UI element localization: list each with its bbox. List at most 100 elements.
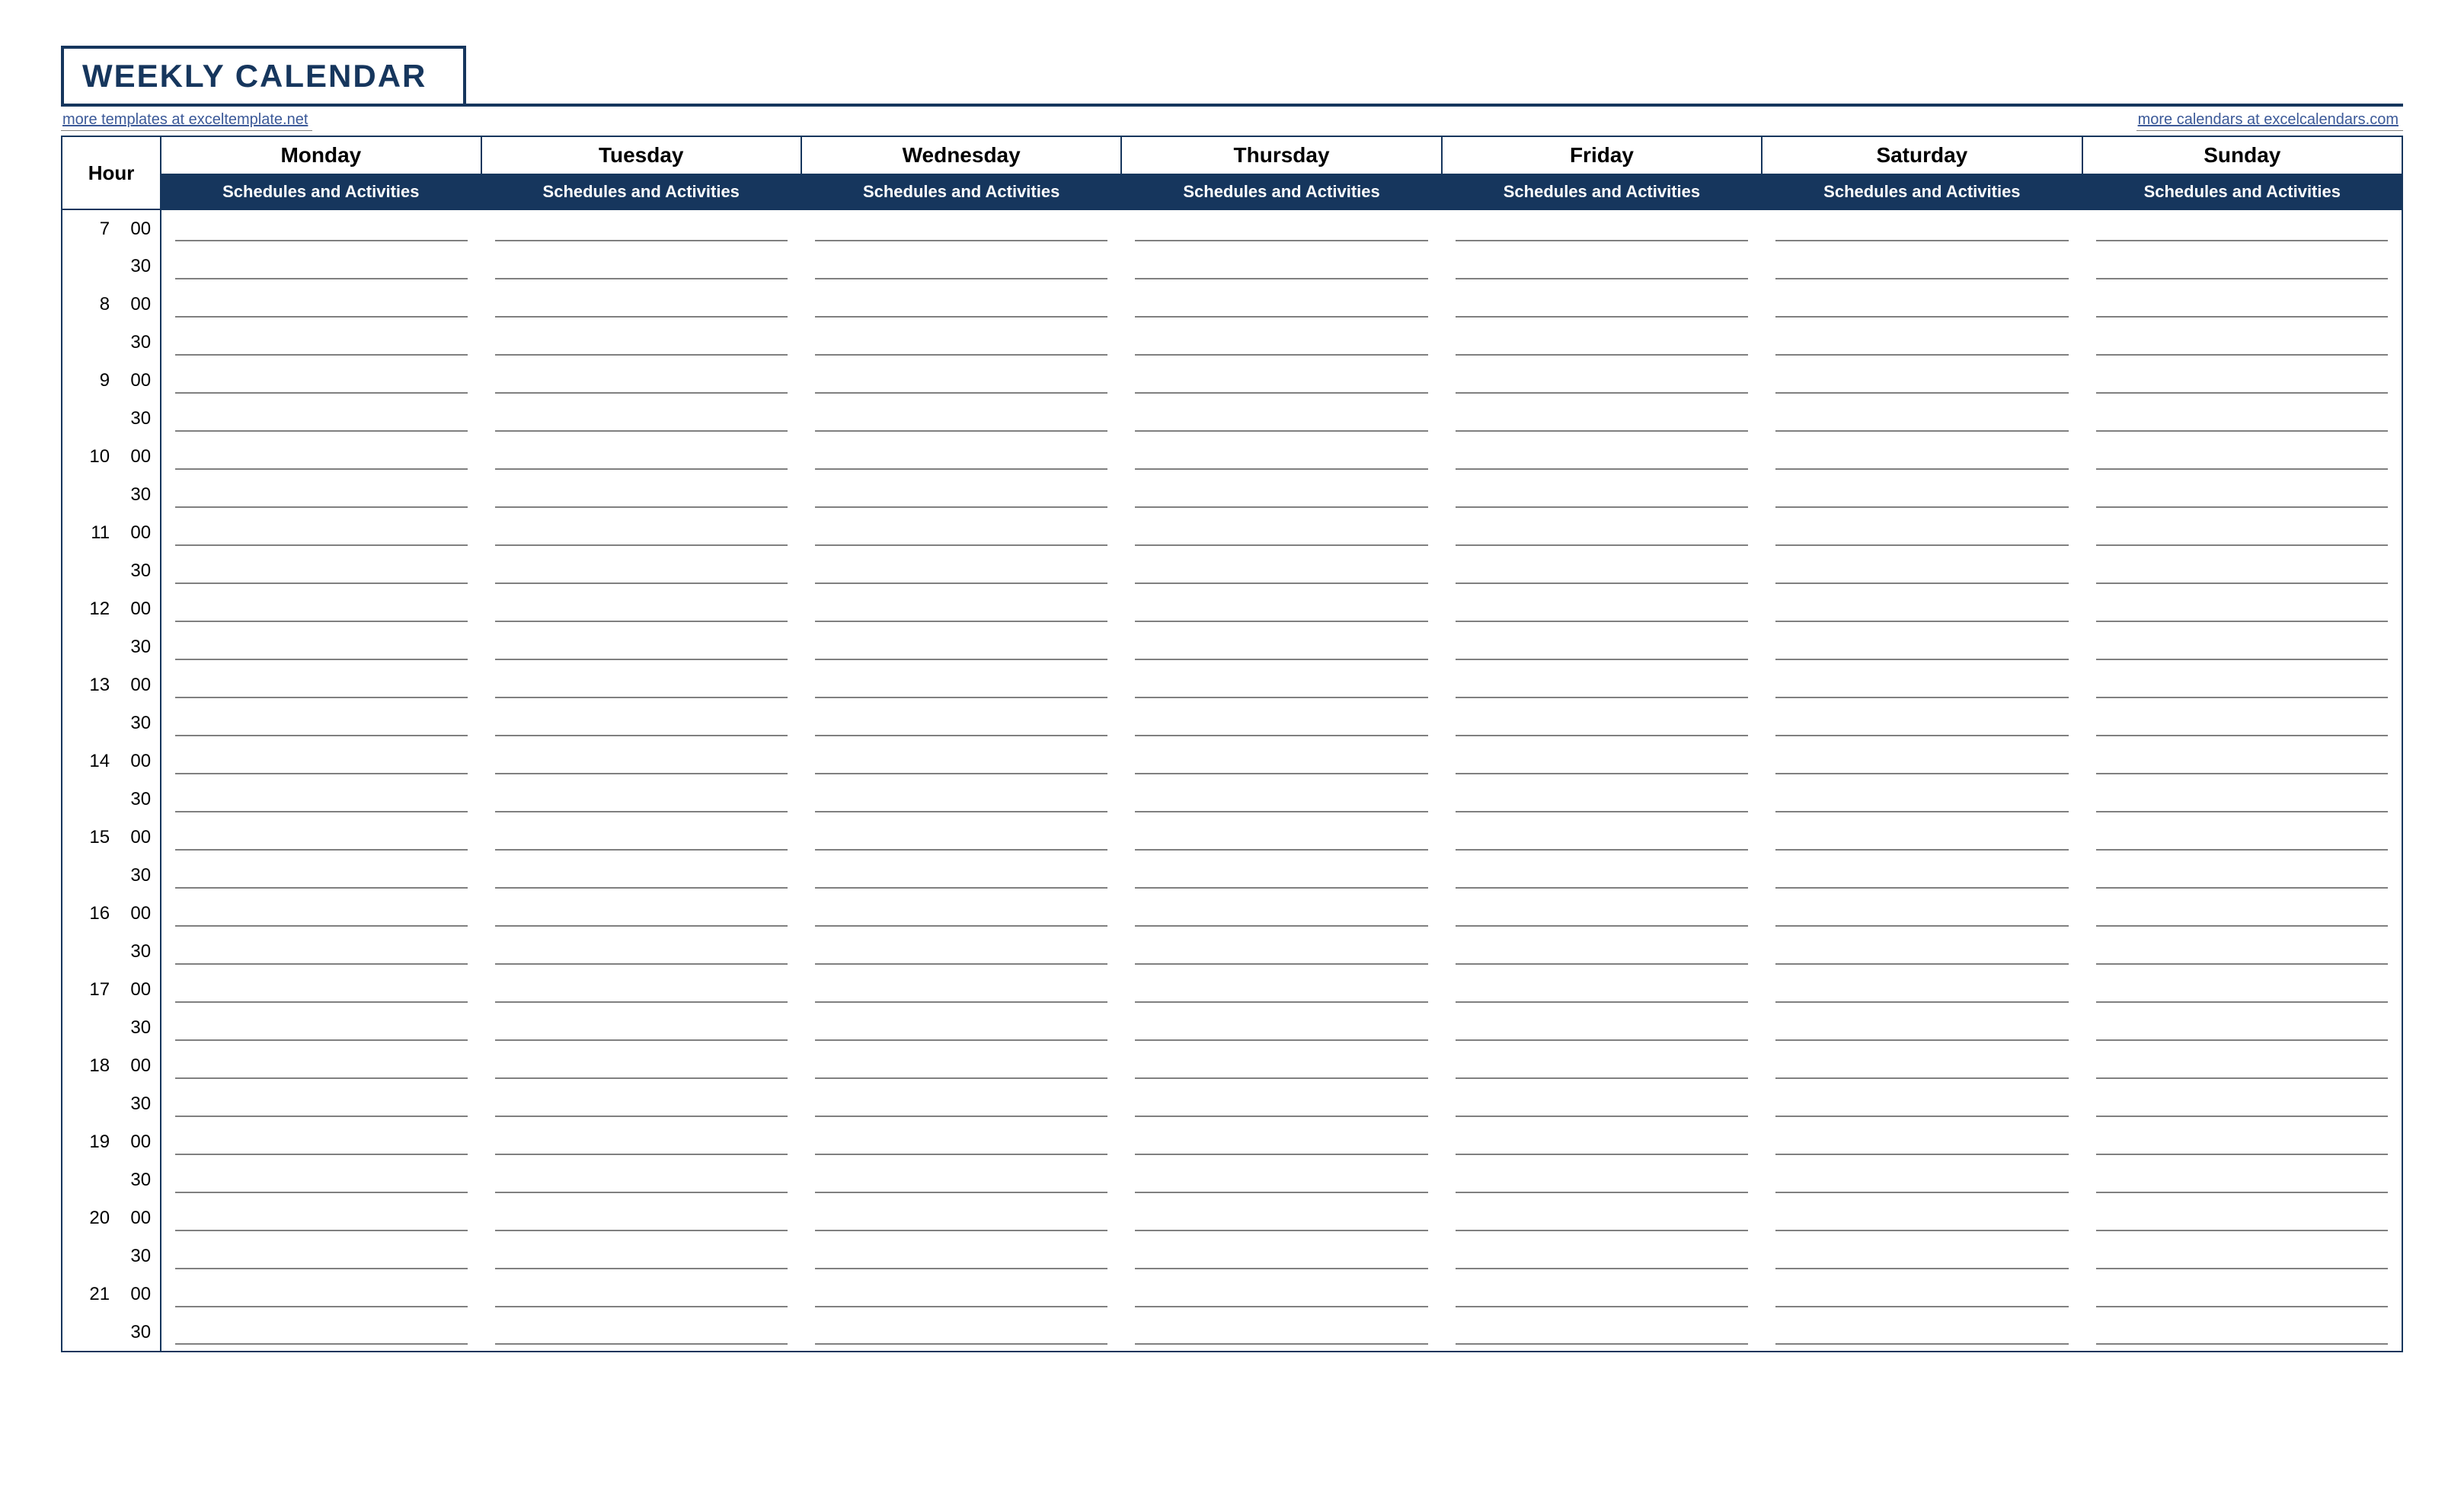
schedule-slot[interactable] <box>801 933 1121 971</box>
schedule-slot[interactable] <box>801 247 1121 286</box>
schedule-slot[interactable] <box>161 362 481 400</box>
schedule-slot[interactable] <box>2082 324 2402 362</box>
schedule-slot[interactable] <box>801 590 1121 628</box>
schedule-slot[interactable] <box>1121 628 1441 666</box>
schedule-slot[interactable] <box>1442 247 1762 286</box>
schedule-slot[interactable] <box>801 362 1121 400</box>
schedule-slot[interactable] <box>161 1313 481 1352</box>
schedule-slot[interactable] <box>1442 742 1762 780</box>
schedule-slot[interactable] <box>801 1047 1121 1085</box>
schedule-slot[interactable] <box>2082 628 2402 666</box>
schedule-slot[interactable] <box>2082 1123 2402 1161</box>
schedule-slot[interactable] <box>161 552 481 590</box>
schedule-slot[interactable] <box>1442 1123 1762 1161</box>
schedule-slot[interactable] <box>481 514 801 552</box>
schedule-slot[interactable] <box>161 438 481 476</box>
schedule-slot[interactable] <box>801 400 1121 438</box>
schedule-slot[interactable] <box>161 590 481 628</box>
schedule-slot[interactable] <box>481 857 801 895</box>
schedule-slot[interactable] <box>1121 1161 1441 1199</box>
schedule-slot[interactable] <box>481 819 801 857</box>
schedule-slot[interactable] <box>1442 209 1762 247</box>
schedule-slot[interactable] <box>1762 286 2082 324</box>
schedule-slot[interactable] <box>1121 1313 1441 1352</box>
schedule-slot[interactable] <box>801 628 1121 666</box>
schedule-slot[interactable] <box>1442 1313 1762 1352</box>
schedule-slot[interactable] <box>1442 514 1762 552</box>
schedule-slot[interactable] <box>801 666 1121 704</box>
schedule-slot[interactable] <box>1442 1009 1762 1047</box>
schedule-slot[interactable] <box>1121 1009 1441 1047</box>
templates-link[interactable]: more templates at exceltemplate.net <box>61 111 312 131</box>
schedule-slot[interactable] <box>2082 742 2402 780</box>
schedule-slot[interactable] <box>801 742 1121 780</box>
schedule-slot[interactable] <box>801 209 1121 247</box>
schedule-slot[interactable] <box>801 1237 1121 1275</box>
schedule-slot[interactable] <box>1121 476 1441 514</box>
schedule-slot[interactable] <box>1121 209 1441 247</box>
schedule-slot[interactable] <box>1762 1313 2082 1352</box>
schedule-slot[interactable] <box>481 895 801 933</box>
schedule-slot[interactable] <box>2082 247 2402 286</box>
schedule-slot[interactable] <box>2082 362 2402 400</box>
schedule-slot[interactable] <box>1762 819 2082 857</box>
schedule-slot[interactable] <box>161 247 481 286</box>
schedule-slot[interactable] <box>801 1085 1121 1123</box>
schedule-slot[interactable] <box>481 1085 801 1123</box>
schedule-slot[interactable] <box>481 286 801 324</box>
schedule-slot[interactable] <box>2082 514 2402 552</box>
schedule-slot[interactable] <box>161 1047 481 1085</box>
schedule-slot[interactable] <box>161 895 481 933</box>
schedule-slot[interactable] <box>161 1275 481 1313</box>
schedule-slot[interactable] <box>1442 324 1762 362</box>
schedule-slot[interactable] <box>1121 971 1441 1009</box>
schedule-slot[interactable] <box>1121 742 1441 780</box>
schedule-slot[interactable] <box>1442 1047 1762 1085</box>
schedule-slot[interactable] <box>801 514 1121 552</box>
schedule-slot[interactable] <box>1121 819 1441 857</box>
schedule-slot[interactable] <box>1121 286 1441 324</box>
schedule-slot[interactable] <box>161 324 481 362</box>
schedule-slot[interactable] <box>1121 895 1441 933</box>
schedule-slot[interactable] <box>1762 590 2082 628</box>
schedule-slot[interactable] <box>801 780 1121 819</box>
schedule-slot[interactable] <box>1442 476 1762 514</box>
schedule-slot[interactable] <box>161 286 481 324</box>
schedule-slot[interactable] <box>481 476 801 514</box>
schedule-slot[interactable] <box>1121 857 1441 895</box>
schedule-slot[interactable] <box>1762 666 2082 704</box>
schedule-slot[interactable] <box>2082 400 2402 438</box>
schedule-slot[interactable] <box>161 514 481 552</box>
schedule-slot[interactable] <box>1762 895 2082 933</box>
schedule-slot[interactable] <box>1762 704 2082 742</box>
schedule-slot[interactable] <box>1442 895 1762 933</box>
schedule-slot[interactable] <box>481 628 801 666</box>
schedule-slot[interactable] <box>2082 286 2402 324</box>
schedule-slot[interactable] <box>161 628 481 666</box>
schedule-slot[interactable] <box>161 933 481 971</box>
schedule-slot[interactable] <box>161 704 481 742</box>
schedule-slot[interactable] <box>1121 590 1441 628</box>
schedule-slot[interactable] <box>1121 1199 1441 1237</box>
schedule-slot[interactable] <box>801 1123 1121 1161</box>
schedule-slot[interactable] <box>481 704 801 742</box>
schedule-slot[interactable] <box>1442 1161 1762 1199</box>
schedule-slot[interactable] <box>2082 857 2402 895</box>
schedule-slot[interactable] <box>1442 971 1762 1009</box>
schedule-slot[interactable] <box>161 971 481 1009</box>
schedule-slot[interactable] <box>1762 476 2082 514</box>
schedule-slot[interactable] <box>481 400 801 438</box>
schedule-slot[interactable] <box>161 780 481 819</box>
schedule-slot[interactable] <box>481 324 801 362</box>
schedule-slot[interactable] <box>2082 1009 2402 1047</box>
schedule-slot[interactable] <box>1762 552 2082 590</box>
schedule-slot[interactable] <box>1762 1237 2082 1275</box>
schedule-slot[interactable] <box>1762 780 2082 819</box>
schedule-slot[interactable] <box>1762 742 2082 780</box>
schedule-slot[interactable] <box>481 209 801 247</box>
schedule-slot[interactable] <box>2082 209 2402 247</box>
schedule-slot[interactable] <box>1121 1237 1441 1275</box>
schedule-slot[interactable] <box>1762 857 2082 895</box>
schedule-slot[interactable] <box>2082 895 2402 933</box>
schedule-slot[interactable] <box>161 400 481 438</box>
